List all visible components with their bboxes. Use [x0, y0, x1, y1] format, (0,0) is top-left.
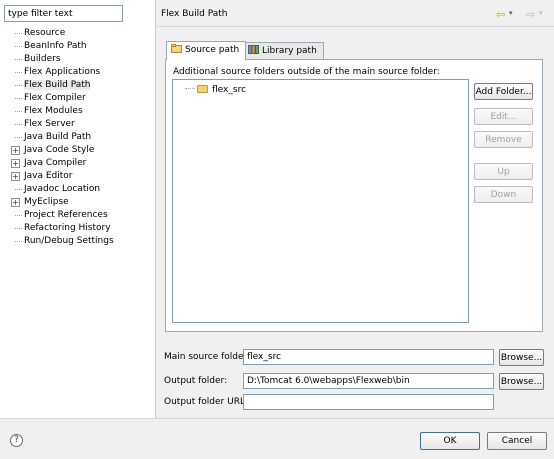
output-folder-url-input[interactable]	[243, 394, 494, 410]
help-icon[interactable]: ?	[10, 434, 23, 447]
tree-connector	[15, 228, 22, 229]
tree-connector	[15, 98, 22, 99]
tree-item-label: Java Compiler	[24, 158, 87, 168]
ok-button[interactable]: OK	[420, 432, 480, 450]
tree-connector	[15, 215, 22, 216]
tree-item-label: Project References	[24, 210, 108, 220]
tree-item-label: Builders	[24, 54, 61, 64]
panel-description: Additional source folders outside of the…	[173, 67, 440, 77]
tree-item[interactable]: + Java Compiler	[0, 157, 156, 170]
expand-icon[interactable]: +	[11, 172, 20, 181]
main-source-folder-label: Main source folder:	[164, 352, 251, 362]
tree-item-label: Java Code Style	[24, 145, 95, 155]
arrow-left-icon[interactable]: ⇦	[496, 8, 505, 21]
tree-item[interactable]: + MyEclipse	[0, 196, 156, 209]
tree-item[interactable]: Refactoring History	[0, 222, 156, 235]
tree-item[interactable]: Javadoc Location	[0, 183, 156, 196]
tree-item-label: Flex Compiler	[24, 93, 86, 103]
tree-connector	[15, 241, 22, 242]
expand-icon[interactable]: +	[11, 198, 20, 207]
source-path-panel: Additional source folders outside of the…	[165, 59, 543, 332]
tree-item[interactable]: Run/Debug Settings	[0, 235, 156, 248]
down-button[interactable]: Down	[474, 186, 533, 203]
remove-button[interactable]: Remove	[474, 131, 533, 148]
list-item[interactable]: flex_src	[185, 85, 246, 97]
tree-item-label: Refactoring History	[24, 223, 111, 233]
tree-item[interactable]: Flex Applications	[0, 66, 156, 79]
tree-connector	[15, 46, 22, 47]
tree-item[interactable]: BeanInfo Path	[0, 40, 156, 53]
tab-library-path-label: Library path	[262, 46, 317, 56]
output-folder-input[interactable]	[243, 373, 494, 389]
source-folder-list[interactable]: flex_src	[172, 79, 469, 323]
tree-item[interactable]: Flex Modules	[0, 105, 156, 118]
page-header: Flex Build Path ⇦ ▾ ⇨ ▾	[157, 0, 554, 27]
chevron-down-icon[interactable]: ▾	[539, 9, 543, 17]
page-title: Flex Build Path	[161, 9, 228, 19]
tree-item-label: Flex Applications	[24, 67, 101, 77]
tree-item[interactable]: Flex Server	[0, 118, 156, 131]
tree-item-label: MyEclipse	[24, 197, 69, 207]
tree-connector	[185, 88, 195, 89]
tab-source-path-label: Source path	[185, 45, 240, 55]
tree-connector	[15, 137, 22, 138]
chevron-down-icon[interactable]: ▾	[509, 9, 513, 17]
tree-item-label: BeanInfo Path	[24, 41, 87, 51]
library-icon	[248, 44, 259, 54]
tree-connector	[15, 59, 22, 60]
tree-item-label: Flex Modules	[24, 106, 83, 116]
tree-item-label: Flex Server	[24, 119, 75, 129]
tree-item[interactable]: Flex Build Path	[0, 79, 156, 92]
preferences-tree-panel: Resource BeanInfo Path Builders Flex Applic…	[0, 0, 156, 418]
tree-item[interactable]: Builders	[0, 53, 156, 66]
tree-item-label: Run/Debug Settings	[24, 236, 114, 246]
tree-item[interactable]: + Java Editor	[0, 170, 156, 183]
tree-item[interactable]: Flex Compiler	[0, 92, 156, 105]
source-folder-icon	[171, 43, 182, 53]
browse-main-source-button[interactable]: Browse...	[499, 349, 544, 366]
tree-item[interactable]: Resource	[0, 27, 156, 40]
up-button[interactable]: Up	[474, 163, 533, 180]
tree-item-label: Flex Build Path	[24, 80, 91, 90]
filter-text-input[interactable]	[4, 5, 123, 22]
tree-item-label: Java Build Path	[24, 132, 92, 142]
tab-source-path[interactable]: Source path	[166, 41, 247, 60]
edit-button[interactable]: Edit...	[474, 108, 533, 125]
footer-divider	[0, 418, 554, 419]
tree-item[interactable]: Project References	[0, 209, 156, 222]
output-folder-url-label: Output folder URL:	[164, 397, 248, 407]
tree-item-label: Java Editor	[24, 171, 73, 181]
tree-connector	[15, 124, 22, 125]
tree-item-label: Resource	[24, 28, 66, 38]
tree-item[interactable]: Java Build Path	[0, 131, 156, 144]
tree-connector	[15, 189, 22, 190]
tree-connector	[15, 85, 22, 86]
browse-output-button[interactable]: Browse...	[499, 373, 544, 390]
tab-library-path[interactable]: Library path	[243, 42, 324, 59]
tree-item[interactable]: + Java Code Style	[0, 144, 156, 157]
preferences-tree: Resource BeanInfo Path Builders Flex Applic…	[0, 27, 156, 248]
tree-connector	[15, 33, 22, 34]
folder-name: flex_src	[212, 85, 247, 95]
folder-icon	[197, 85, 208, 93]
tree-connector	[15, 111, 22, 112]
main-source-folder-input[interactable]	[243, 349, 494, 365]
expand-icon[interactable]: +	[11, 146, 20, 155]
output-folder-label: Output folder:	[164, 376, 228, 386]
expand-icon[interactable]: +	[11, 159, 20, 168]
tree-connector	[15, 72, 22, 73]
arrow-right-icon[interactable]: ⇨	[526, 8, 535, 21]
tree-item-label: Javadoc Location	[24, 184, 101, 194]
cancel-button[interactable]: Cancel	[487, 432, 547, 450]
add-folder-button[interactable]: Add Folder...	[474, 83, 533, 100]
